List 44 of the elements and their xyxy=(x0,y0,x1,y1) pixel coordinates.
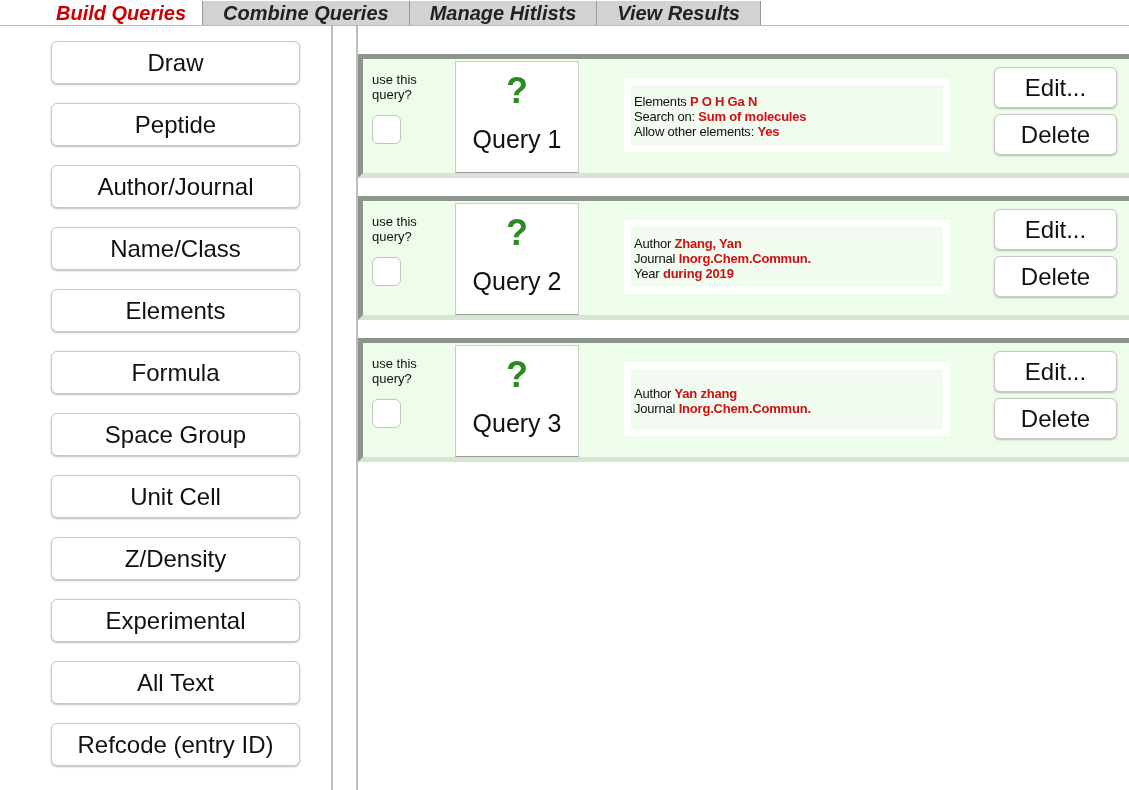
use-query-label: use this query? xyxy=(372,214,418,244)
query-thumbnail[interactable]: ? Query 2 xyxy=(455,203,579,315)
query-type-button[interactable]: Formula xyxy=(51,351,300,394)
delete-button[interactable]: Delete xyxy=(994,114,1117,155)
query-type-button[interactable]: Z/Density xyxy=(51,537,300,580)
criteria-line: Allow other elements: Yes xyxy=(634,124,781,139)
delete-button[interactable]: Delete xyxy=(994,256,1117,297)
criteria-line: Search on: Sum of molecules xyxy=(634,109,808,124)
use-query-checkbox[interactable] xyxy=(372,399,401,428)
criteria-line: Journal Inorg.Chem.Commun. xyxy=(634,251,812,266)
tab[interactable]: View Results xyxy=(597,1,761,25)
query-thumbnail[interactable]: ? Query 1 xyxy=(455,61,579,173)
query-type-button[interactable]: Unit Cell xyxy=(51,475,300,518)
query-type-button[interactable]: Elements xyxy=(51,289,300,332)
query-type-button[interactable]: Peptide xyxy=(51,103,300,146)
criteria-line: Author Zhang, Yan xyxy=(634,236,743,251)
use-query-label: use this query? xyxy=(372,356,418,386)
query-type-button[interactable]: Draw xyxy=(51,41,300,84)
question-mark-icon: ? xyxy=(506,356,528,394)
tab[interactable]: Combine Queries xyxy=(203,1,410,25)
criteria-line: Elements P O H Ga N xyxy=(634,94,759,109)
edit-button[interactable]: Edit... xyxy=(994,351,1117,392)
criteria-line: Author Yan zhang xyxy=(634,385,739,401)
query-type-button[interactable]: All Text xyxy=(51,661,300,704)
use-query-checkbox[interactable] xyxy=(372,115,401,144)
tab[interactable]: Manage Hitlists xyxy=(409,1,598,25)
query-type-button[interactable]: Name/Class xyxy=(51,227,300,270)
use-query-checkbox[interactable] xyxy=(372,257,401,286)
use-query-label: use this query? xyxy=(372,72,418,102)
edit-button[interactable]: Edit... xyxy=(994,67,1117,108)
criteria-line: Year during 2019 xyxy=(634,266,735,281)
query-type-button[interactable]: Author/Journal xyxy=(51,165,300,208)
query-name: Query 3 xyxy=(472,408,562,438)
query-name: Query 2 xyxy=(472,266,562,296)
query-name: Query 1 xyxy=(472,124,562,154)
delete-button[interactable]: Delete xyxy=(994,398,1117,439)
query-type-button[interactable]: Space Group xyxy=(51,413,300,456)
query-type-button[interactable]: Refcode (entry ID) xyxy=(51,723,300,766)
question-mark-icon: ? xyxy=(506,72,528,110)
query-thumbnail[interactable]: ? Query 3 xyxy=(455,345,579,457)
criteria-line: Journal Inorg.Chem.Commun. xyxy=(634,400,812,416)
question-mark-icon: ? xyxy=(506,214,528,252)
query-type-button[interactable]: Experimental xyxy=(51,599,300,642)
edit-button[interactable]: Edit... xyxy=(994,209,1117,250)
